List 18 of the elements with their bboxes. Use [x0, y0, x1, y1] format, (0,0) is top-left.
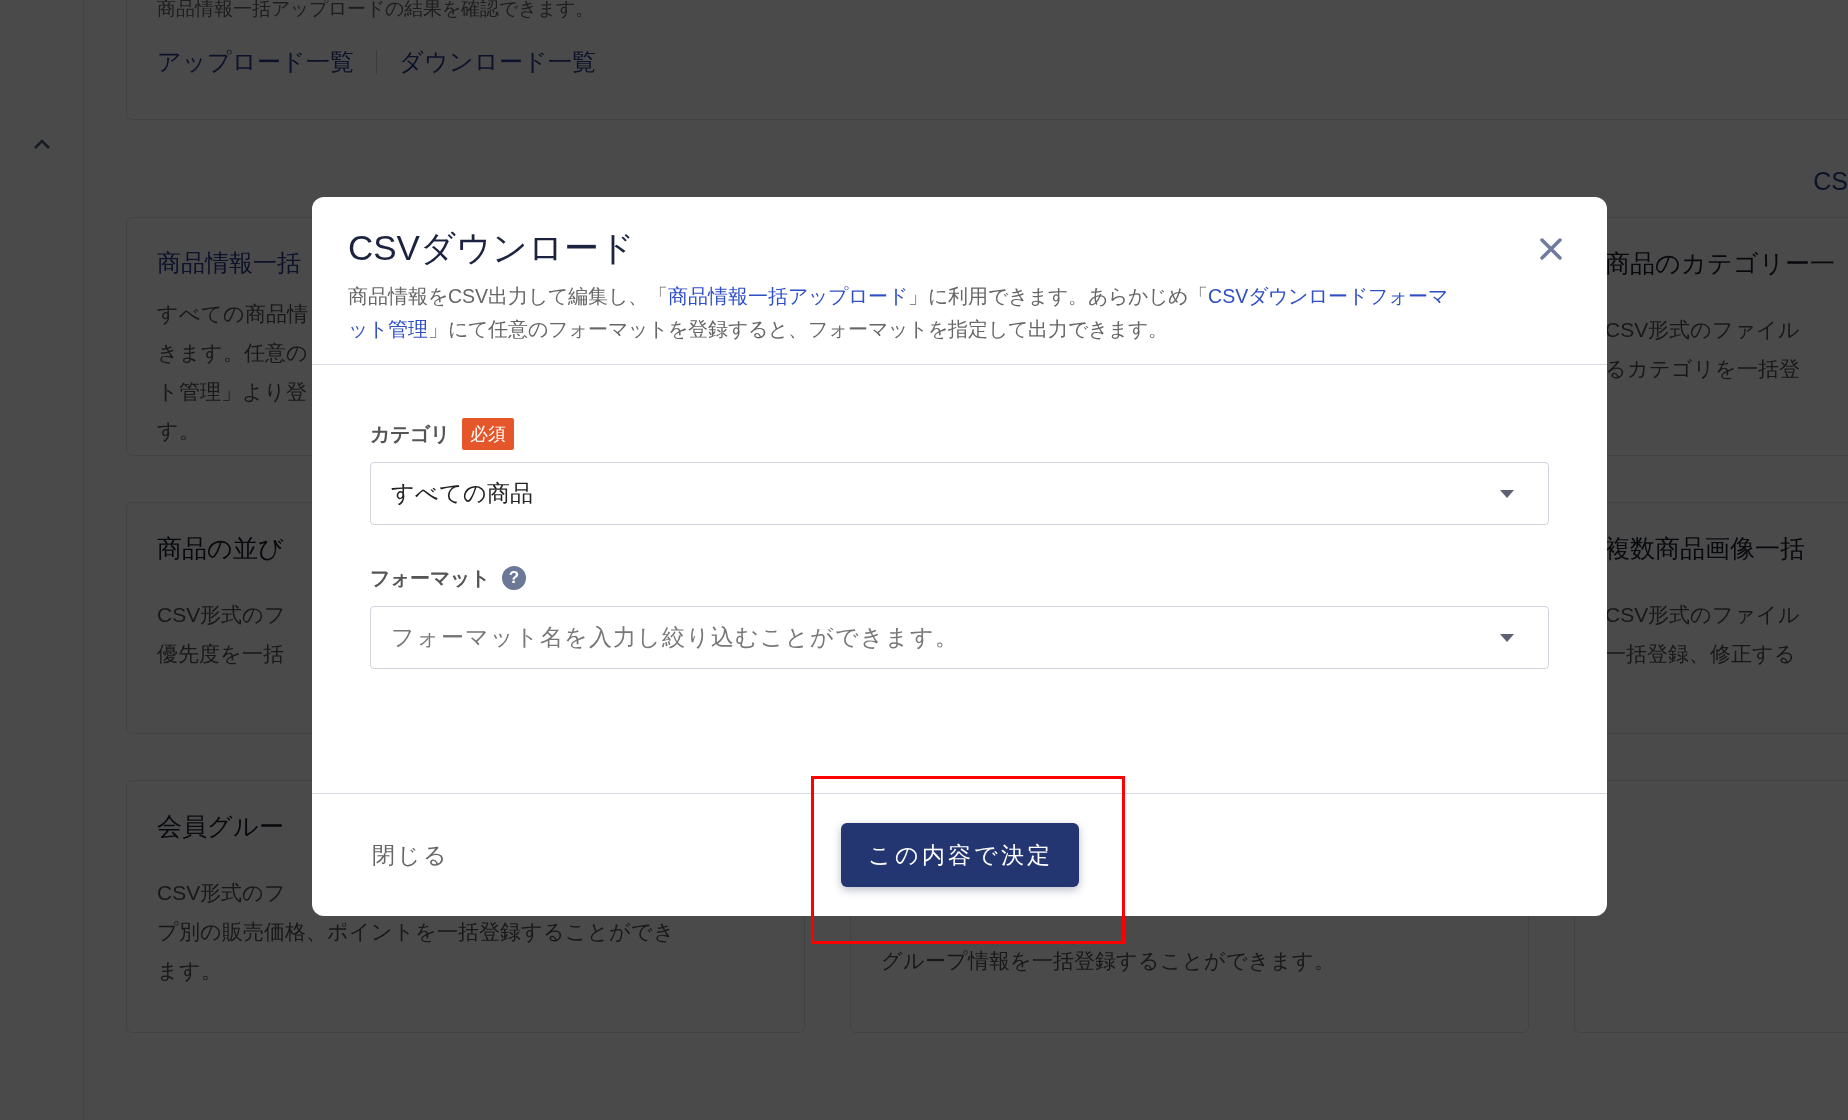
card-title: 商品の並び	[157, 533, 284, 564]
close-icon[interactable]	[1539, 236, 1563, 261]
select-field[interactable]: すべての商品	[370, 462, 1549, 525]
field-label: カテゴリ	[370, 421, 450, 447]
field-label: フォーマット	[370, 565, 490, 591]
required-badge: 必須	[462, 418, 514, 450]
card-title: 複数商品画像一括	[1605, 533, 1805, 564]
card-title: 会員グルー	[157, 811, 284, 842]
description-link[interactable]: 商品情報一括アップロード	[668, 285, 909, 307]
help-icon[interactable]: ?	[502, 566, 526, 590]
select-field[interactable]: フォーマット名を入力し絞り込むことができます。	[370, 606, 1549, 669]
card-title: 商品のカテゴリー一	[1605, 248, 1835, 279]
close-link[interactable]: 閉じる	[372, 839, 449, 871]
submit-button[interactable]: この内容で決定	[841, 823, 1079, 887]
caret-icon	[1500, 489, 1514, 498]
dialog-description: 商品情報をCSV出力して編集し、「商品情報一括アップロード」に利用できます。あらかじめ「CSVダウンロードフォーマット管理」にて任意のフォーマットを登録すると、フォーマットを指定して出力できます。	[348, 284, 1450, 342]
caret-icon	[1500, 633, 1514, 642]
dialog-title: CSVダウンロード	[348, 227, 635, 269]
